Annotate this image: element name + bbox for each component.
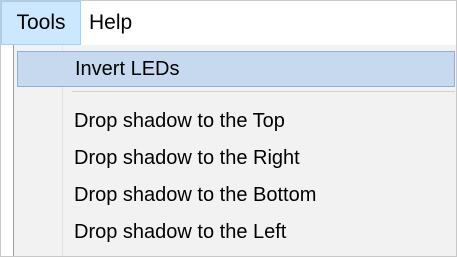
menu-separator <box>72 91 455 92</box>
tools-dropdown-menu: Invert LEDs Drop shadow to the Top Drop … <box>13 45 456 256</box>
menu-item-drop-shadow-right[interactable]: Drop shadow to the Right <box>17 140 455 176</box>
menu-bar: Tools Help <box>1 1 456 45</box>
menubar-tools[interactable]: Tools <box>1 1 81 45</box>
app-window: Tools Help Invert LEDs Drop shadow to th… <box>0 0 457 257</box>
menubar-help[interactable]: Help <box>81 1 140 45</box>
menu-item-drop-shadow-top[interactable]: Drop shadow to the Top <box>17 103 455 139</box>
menu-item-drop-shadow-left[interactable]: Drop shadow to the Left <box>17 214 455 250</box>
window-left-edge <box>1 45 13 256</box>
menu-item-drop-shadow-bottom[interactable]: Drop shadow to the Bottom <box>17 177 455 213</box>
menu-item-invert-leds[interactable]: Invert LEDs <box>17 51 455 87</box>
